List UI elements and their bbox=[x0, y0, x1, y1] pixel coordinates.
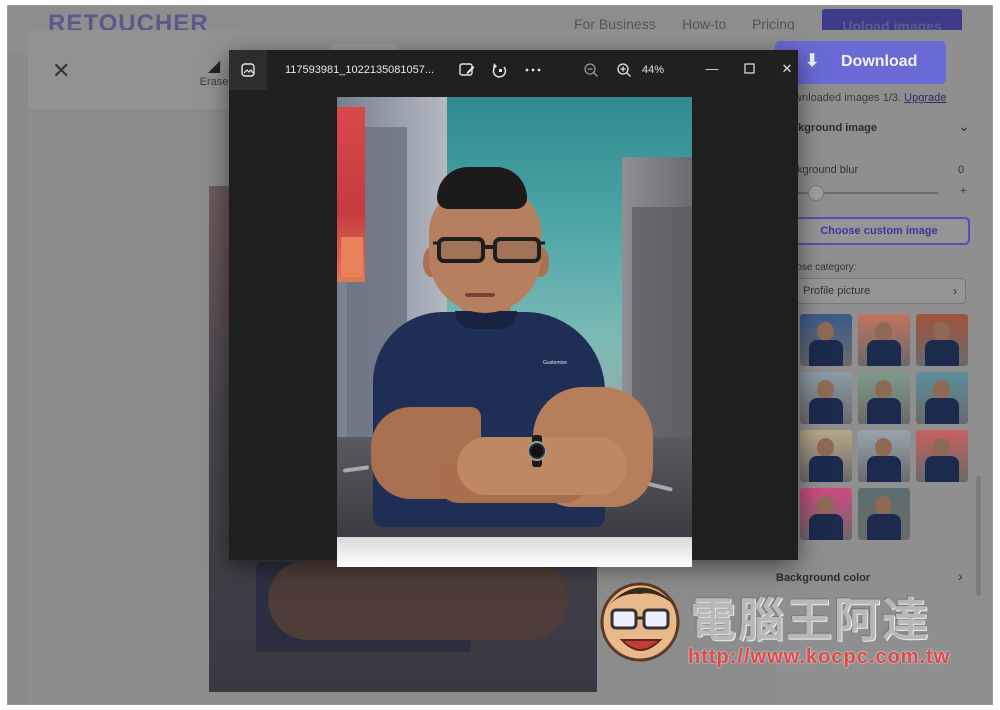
thumbnail-person-body bbox=[925, 456, 959, 482]
shirt-collar bbox=[455, 311, 517, 329]
background-thumbnail[interactable] bbox=[916, 314, 968, 366]
chevron-right-icon: › bbox=[953, 284, 957, 298]
background-blur-value: 0 bbox=[958, 164, 965, 176]
background-thumbnail[interactable] bbox=[858, 314, 910, 366]
thumbnail-person-head bbox=[817, 380, 834, 399]
background-thumbnail[interactable] bbox=[858, 372, 910, 424]
background-thumbnail[interactable] bbox=[916, 430, 968, 482]
thumbnail-person-head bbox=[875, 380, 892, 399]
thumbnail-person-head bbox=[817, 322, 834, 341]
download-note: Downloaded images 1/3. Upgrade bbox=[780, 92, 946, 104]
thumbnail-person-body bbox=[809, 398, 843, 424]
street-marking bbox=[342, 465, 370, 473]
shirt-logo: Gustomize bbox=[543, 360, 567, 366]
maximize-icon[interactable] bbox=[737, 58, 761, 80]
eraser-icon: ◢ bbox=[207, 58, 221, 75]
download-count: Downloaded images 1/3. bbox=[780, 92, 902, 104]
editor-close-button[interactable]: ✕ bbox=[52, 58, 70, 84]
category-select[interactable]: Profile picture › bbox=[788, 278, 966, 304]
editor-canvas-arms bbox=[268, 560, 568, 640]
panel-scrollbar[interactable] bbox=[976, 476, 981, 596]
thumbnail-person-head bbox=[933, 380, 950, 399]
edit-image-icon[interactable] bbox=[457, 60, 477, 80]
background-thumbnail[interactable] bbox=[800, 488, 852, 540]
more-icon[interactable] bbox=[523, 60, 543, 80]
chevron-down-icon[interactable]: ⌄ bbox=[958, 118, 970, 135]
window-close-icon[interactable]: ✕ bbox=[775, 58, 799, 80]
background-thumbnail[interactable] bbox=[800, 430, 852, 482]
photo-bottom-edge bbox=[337, 537, 692, 567]
thumbnail-person-body bbox=[809, 456, 843, 482]
thumbnail-person-body bbox=[867, 340, 901, 366]
photos-app-icon[interactable] bbox=[229, 50, 267, 90]
thumbnail-person-body bbox=[867, 456, 901, 482]
rotate-icon[interactable] bbox=[490, 60, 510, 80]
background-thumbnail[interactable] bbox=[858, 488, 910, 540]
thumbnail-person-head bbox=[875, 322, 892, 341]
background-thumbnail[interactable] bbox=[800, 372, 852, 424]
thumbnail-person-head bbox=[875, 438, 892, 457]
background-thumbnail[interactable] bbox=[916, 372, 968, 424]
watermark-chinese-text: 電腦王阿達 bbox=[690, 594, 930, 646]
thumbnail-person-body bbox=[925, 340, 959, 366]
thumbnail-person-head bbox=[933, 322, 950, 341]
watch-icon bbox=[523, 435, 551, 467]
thumbnail-person-body bbox=[925, 398, 959, 424]
plus-icon[interactable]: + bbox=[960, 185, 966, 197]
mascot-face-icon bbox=[600, 582, 680, 662]
upgrade-link[interactable]: Upgrade bbox=[904, 92, 946, 104]
photo-viewer-window: 117593981_1022135081057... 44% — ✕ Gusto… bbox=[229, 50, 798, 567]
kocpc-watermark: 電腦王阿達 http://www.kocpc.com.tw bbox=[596, 572, 976, 682]
thumbnail-person-body bbox=[867, 514, 901, 540]
person-mouth bbox=[465, 293, 495, 297]
thumbnail-person-head bbox=[817, 496, 834, 515]
erase-label: Erase bbox=[199, 76, 229, 88]
thumbnail-person-head bbox=[817, 438, 834, 457]
thumbnail-person-body bbox=[809, 340, 843, 366]
download-label: Download bbox=[841, 53, 918, 70]
choose-custom-image-button[interactable]: Choose custom image bbox=[788, 217, 970, 245]
person-hair bbox=[437, 167, 527, 209]
blur-slider-handle[interactable] bbox=[808, 185, 824, 201]
watermark-url: http://www.kocpc.com.tw bbox=[688, 646, 951, 668]
category-value: Profile picture bbox=[803, 285, 871, 297]
minimize-icon[interactable]: — bbox=[700, 58, 724, 80]
download-icon: ⬇ bbox=[805, 51, 820, 70]
background-thumbnail[interactable] bbox=[858, 430, 910, 482]
erase-tool-button[interactable]: ◢ Erase bbox=[194, 56, 234, 88]
thumbnail-person-body bbox=[867, 398, 901, 424]
thumbnail-person-head bbox=[875, 496, 892, 515]
viewer-titlebar: 117593981_1022135081057... 44% — ✕ bbox=[229, 50, 798, 90]
thumbnail-person-body bbox=[809, 514, 843, 540]
download-button[interactable]: ⬇ Download bbox=[775, 41, 946, 84]
glasses-icon bbox=[433, 235, 545, 267]
zoom-out-icon[interactable] bbox=[581, 60, 601, 80]
zoom-level[interactable]: 44% bbox=[642, 64, 664, 76]
photo-orange-sign bbox=[341, 237, 363, 277]
thumbnail-person-head bbox=[933, 438, 950, 457]
background-thumbnail[interactable] bbox=[800, 314, 852, 366]
screenshot-frame: RETOUCHER For Business How-to Pricing Up… bbox=[8, 6, 992, 704]
viewer-photo: Gustomize bbox=[337, 97, 692, 567]
viewer-filename: 117593981_1022135081057... bbox=[285, 64, 435, 76]
zoom-in-icon[interactable] bbox=[614, 60, 634, 80]
